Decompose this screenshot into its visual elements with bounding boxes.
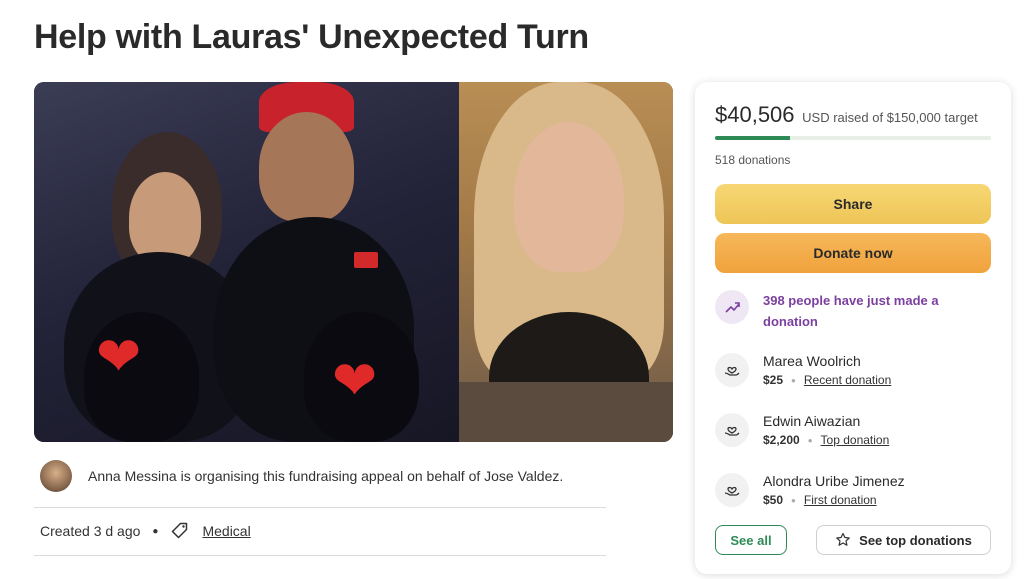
trend-up-icon: [715, 290, 749, 324]
heart-icon: ❤: [96, 327, 142, 387]
activity-text: 398 people have just made a donation: [763, 293, 939, 329]
avatar[interactable]: [40, 460, 72, 492]
star-icon: [835, 532, 851, 548]
see-all-button[interactable]: See all: [715, 525, 787, 555]
raised-amount: $40,506: [715, 102, 795, 127]
donor-amount: $25: [763, 373, 784, 387]
campaign-meta: Created 3 d ago ● Medical: [40, 520, 251, 542]
separator-dot: ●: [791, 495, 796, 505]
donor-name: Edwin Aiwazian: [763, 413, 861, 429]
see-all-label: See all: [730, 532, 772, 548]
progress-bar: [715, 136, 991, 140]
see-top-donations-button[interactable]: See top donations: [816, 525, 991, 555]
see-top-label: See top donations: [859, 532, 972, 548]
donor-amount: $50: [763, 493, 784, 507]
donor-item: Edwin Aiwazian $2,200 ● Top donation: [715, 413, 991, 447]
separator-dot: ●: [807, 435, 813, 445]
page-title: Help with Lauras' Unexpected Turn: [34, 18, 589, 56]
organiser-text: Anna Messina is organising this fundrais…: [88, 468, 564, 484]
donor-amount: $2,200: [763, 433, 800, 447]
created-date: Created 3 d ago: [40, 523, 141, 539]
donate-button[interactable]: Donate now: [715, 233, 991, 273]
organiser-row: Anna Messina is organising this fundrais…: [40, 456, 606, 496]
donor-item: Alondra Uribe Jimenez $50 ● First donati…: [715, 473, 991, 507]
first-donation-link[interactable]: First donation: [804, 493, 877, 507]
donor-item: Marea Woolrich $25 ● Recent donation: [715, 353, 991, 387]
donor-name: Marea Woolrich: [763, 353, 861, 369]
separator-dot: ●: [791, 375, 796, 385]
donation-card: $40,506 USD raised of $150,000 target 51…: [695, 82, 1011, 574]
recent-donation-link[interactable]: Recent donation: [804, 373, 891, 387]
divider: [34, 507, 606, 508]
separator-dot: ●: [152, 525, 159, 537]
raised-summary: $40,506 USD raised of $150,000 target: [715, 102, 978, 128]
raised-target: USD raised of $150,000 target: [802, 110, 978, 125]
heart-hand-icon: [715, 413, 749, 447]
portrait-photo: [459, 82, 673, 442]
donations-count: 518 donations: [715, 153, 791, 167]
progress-fill: [715, 136, 790, 140]
family-photo: ❤ ❤: [34, 82, 459, 442]
donor-name: Alondra Uribe Jimenez: [763, 473, 905, 489]
heart-hand-icon: [715, 473, 749, 507]
divider: [34, 555, 606, 556]
heart-icon: ❤: [332, 351, 378, 411]
tag-icon: [170, 521, 190, 541]
campaign-photo[interactable]: ❤ ❤: [34, 82, 673, 442]
heart-hand-icon: [715, 353, 749, 387]
share-button[interactable]: Share: [715, 184, 991, 224]
category-link[interactable]: Medical: [202, 523, 250, 539]
activity-notice: 398 people have just made a donation: [715, 290, 991, 332]
top-donation-link[interactable]: Top donation: [821, 433, 890, 447]
